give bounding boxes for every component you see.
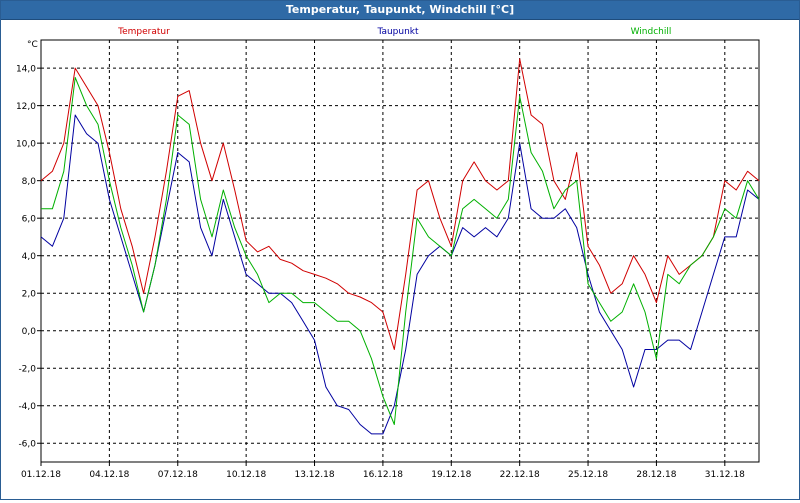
y-tick-label: 0,0 bbox=[22, 327, 37, 337]
x-tick-label: 04.12.18 bbox=[89, 470, 129, 480]
x-tick-label: 07.12.18 bbox=[158, 470, 198, 480]
chart-area: 14,0 12,0 10,0 8,0 6,0 4,0 2,0 0,0 -2,0 -4,0 -6,0 0… bbox=[1, 20, 799, 499]
grid bbox=[40, 39, 760, 463]
x-tick-label: 28.12.18 bbox=[636, 470, 676, 480]
y-axis-label: °C bbox=[27, 40, 38, 50]
x-tick-label: 16.12.18 bbox=[363, 470, 403, 480]
y-tick-label: 14,0 bbox=[16, 65, 36, 75]
y-tick-label: 10,0 bbox=[16, 140, 36, 150]
legend: Temperatur Taupunkt Windchill bbox=[117, 27, 671, 37]
x-tick-label: 31.12.18 bbox=[705, 470, 745, 480]
y-tick-label: -4,0 bbox=[18, 402, 36, 412]
legend-entry-taupunkt: Taupunkt bbox=[376, 27, 419, 37]
legend-entry-windchill: Windchill bbox=[631, 27, 672, 37]
line-chart: 14,0 12,0 10,0 8,0 6,0 4,0 2,0 0,0 -2,0 -4,0 -6,0 0… bbox=[16, 27, 760, 480]
y-tick-label: 2,0 bbox=[22, 290, 37, 300]
chart-window: Temperatur, Taupunkt, Windchill [°C] 14,… bbox=[0, 0, 800, 500]
y-tick-label: 12,0 bbox=[16, 102, 36, 112]
y-tick-label: -6,0 bbox=[18, 440, 36, 450]
y-tick-label: 4,0 bbox=[22, 252, 37, 262]
x-tick-label: 19.12.18 bbox=[431, 470, 471, 480]
x-tick-label: 13.12.18 bbox=[294, 470, 334, 480]
y-tick-label: -2,0 bbox=[18, 365, 36, 375]
legend-entry-temperatur: Temperatur bbox=[117, 27, 170, 37]
window-title: Temperatur, Taupunkt, Windchill [°C] bbox=[1, 1, 799, 20]
y-tick-label: 8,0 bbox=[22, 177, 37, 187]
x-tick-label: 22.12.18 bbox=[500, 470, 540, 480]
plot-frame bbox=[40, 39, 760, 463]
x-tick-label: 10.12.18 bbox=[226, 470, 266, 480]
y-tick-label: 6,0 bbox=[22, 215, 37, 225]
x-tick-label: 25.12.18 bbox=[568, 470, 608, 480]
x-tick-label: 01.12.18 bbox=[21, 470, 61, 480]
